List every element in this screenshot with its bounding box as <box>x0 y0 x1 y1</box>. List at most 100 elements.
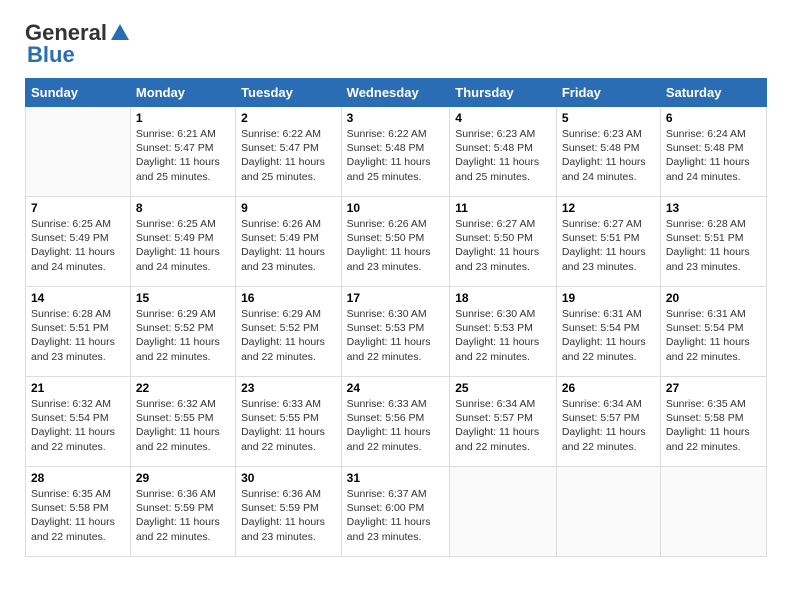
day-number: 8 <box>136 201 230 215</box>
day-number: 15 <box>136 291 230 305</box>
calendar-cell: 5 Sunrise: 6:23 AMSunset: 5:48 PMDaylight… <box>556 107 660 197</box>
day-number: 11 <box>455 201 551 215</box>
day-info: Sunrise: 6:34 AMSunset: 5:57 PMDaylight:… <box>562 397 655 454</box>
calendar-cell: 19 Sunrise: 6:31 AMSunset: 5:54 PMDayligh… <box>556 287 660 377</box>
day-info: Sunrise: 6:37 AMSunset: 6:00 PMDaylight:… <box>347 487 445 544</box>
day-info: Sunrise: 6:32 AMSunset: 5:54 PMDaylight:… <box>31 397 125 454</box>
day-info: Sunrise: 6:26 AMSunset: 5:50 PMDaylight:… <box>347 217 445 274</box>
calendar-cell: 26Sunrise: 6:34 AMSunset: 5:57 PMDayligh… <box>556 377 660 467</box>
day-info: Sunrise: 6:35 AMSunset: 5:58 PMDaylight:… <box>31 487 125 544</box>
day-info: Sunrise: 6:25 AMSunset: 5:49 PMDaylight:… <box>31 217 125 274</box>
calendar-cell: 3Sunrise: 6:22 AMSunset: 5:48 PMDaylight… <box>341 107 450 197</box>
day-info: Sunrise: 6:23 AMSunset: 5:48 PMDaylight:… <box>455 127 551 184</box>
day-number: 12 <box>562 201 655 215</box>
calendar-cell: 4 Sunrise: 6:23 AMSunset: 5:48 PMDaylight… <box>450 107 557 197</box>
calendar-cell: 8 Sunrise: 6:25 AMSunset: 5:49 PMDaylight… <box>130 197 235 287</box>
day-number: 21 <box>31 381 125 395</box>
day-number: 25 <box>455 381 551 395</box>
day-info: Sunrise: 6:28 AMSunset: 5:51 PMDaylight:… <box>31 307 125 364</box>
day-number: 19 <box>562 291 655 305</box>
logo-blue: Blue <box>27 42 75 68</box>
calendar-cell: 13 Sunrise: 6:28 AMSunset: 5:51 PMDayligh… <box>660 197 766 287</box>
day-info: Sunrise: 6:35 AMSunset: 5:58 PMDaylight:… <box>666 397 761 454</box>
day-info: Sunrise: 6:27 AMSunset: 5:51 PMDaylight:… <box>562 217 655 274</box>
day-number: 3 <box>347 111 445 125</box>
calendar-week-row: 28 Sunrise: 6:35 AMSunset: 5:58 PMDayligh… <box>26 467 767 557</box>
calendar-week-row: 21 Sunrise: 6:32 AMSunset: 5:54 PMDayligh… <box>26 377 767 467</box>
day-info: Sunrise: 6:31 AMSunset: 5:54 PMDaylight:… <box>666 307 761 364</box>
day-number: 13 <box>666 201 761 215</box>
calendar-header-row: SundayMondayTuesdayWednesdayThursdayFrid… <box>26 79 767 107</box>
calendar-cell: 18 Sunrise: 6:30 AMSunset: 5:53 PMDayligh… <box>450 287 557 377</box>
calendar-cell: 1 Sunrise: 6:21 AMSunset: 5:47 PMDaylight… <box>130 107 235 197</box>
day-number: 9 <box>241 201 336 215</box>
day-number: 17 <box>347 291 445 305</box>
day-number: 23 <box>241 381 336 395</box>
calendar-cell <box>26 107 131 197</box>
day-number: 16 <box>241 291 336 305</box>
calendar-cell <box>660 467 766 557</box>
day-info: Sunrise: 6:28 AMSunset: 5:51 PMDaylight:… <box>666 217 761 274</box>
logo: General Blue <box>25 20 131 68</box>
calendar-cell: 20 Sunrise: 6:31 AMSunset: 5:54 PMDayligh… <box>660 287 766 377</box>
calendar-cell: 21 Sunrise: 6:32 AMSunset: 5:54 PMDayligh… <box>26 377 131 467</box>
day-number: 24 <box>347 381 445 395</box>
day-number: 22 <box>136 381 230 395</box>
day-info: Sunrise: 6:23 AMSunset: 5:48 PMDaylight:… <box>562 127 655 184</box>
day-info: Sunrise: 6:21 AMSunset: 5:47 PMDaylight:… <box>136 127 230 184</box>
day-number: 7 <box>31 201 125 215</box>
day-info: Sunrise: 6:29 AMSunset: 5:52 PMDaylight:… <box>136 307 230 364</box>
calendar-cell: 28 Sunrise: 6:35 AMSunset: 5:58 PMDayligh… <box>26 467 131 557</box>
day-info: Sunrise: 6:36 AMSunset: 5:59 PMDaylight:… <box>241 487 336 544</box>
day-info: Sunrise: 6:24 AMSunset: 5:48 PMDaylight:… <box>666 127 761 184</box>
day-number: 20 <box>666 291 761 305</box>
day-info: Sunrise: 6:22 AMSunset: 5:47 PMDaylight:… <box>241 127 336 184</box>
day-number: 18 <box>455 291 551 305</box>
day-number: 4 <box>455 111 551 125</box>
calendar-cell: 7 Sunrise: 6:25 AMSunset: 5:49 PMDaylight… <box>26 197 131 287</box>
day-number: 14 <box>31 291 125 305</box>
day-number: 30 <box>241 471 336 485</box>
calendar-cell: 29Sunrise: 6:36 AMSunset: 5:59 PMDayligh… <box>130 467 235 557</box>
calendar-cell: 11 Sunrise: 6:27 AMSunset: 5:50 PMDayligh… <box>450 197 557 287</box>
calendar-cell: 10 Sunrise: 6:26 AMSunset: 5:50 PMDayligh… <box>341 197 450 287</box>
day-info: Sunrise: 6:33 AMSunset: 5:56 PMDaylight:… <box>347 397 445 454</box>
calendar-cell: 24 Sunrise: 6:33 AMSunset: 5:56 PMDayligh… <box>341 377 450 467</box>
day-number: 27 <box>666 381 761 395</box>
day-info: Sunrise: 6:27 AMSunset: 5:50 PMDaylight:… <box>455 217 551 274</box>
day-info: Sunrise: 6:25 AMSunset: 5:49 PMDaylight:… <box>136 217 230 274</box>
weekday-header: Friday <box>556 79 660 107</box>
weekday-header: Saturday <box>660 79 766 107</box>
calendar-cell <box>556 467 660 557</box>
calendar-cell: 16 Sunrise: 6:29 AMSunset: 5:52 PMDayligh… <box>236 287 342 377</box>
logo-icon <box>109 22 131 44</box>
weekday-header: Monday <box>130 79 235 107</box>
day-info: Sunrise: 6:29 AMSunset: 5:52 PMDaylight:… <box>241 307 336 364</box>
calendar-cell: 30 Sunrise: 6:36 AMSunset: 5:59 PMDayligh… <box>236 467 342 557</box>
day-number: 2 <box>241 111 336 125</box>
day-number: 31 <box>347 471 445 485</box>
calendar-week-row: 14 Sunrise: 6:28 AMSunset: 5:51 PMDayligh… <box>26 287 767 377</box>
day-info: Sunrise: 6:26 AMSunset: 5:49 PMDaylight:… <box>241 217 336 274</box>
day-info: Sunrise: 6:34 AMSunset: 5:57 PMDaylight:… <box>455 397 551 454</box>
day-number: 10 <box>347 201 445 215</box>
day-number: 1 <box>136 111 230 125</box>
day-info: Sunrise: 6:30 AMSunset: 5:53 PMDaylight:… <box>455 307 551 364</box>
calendar-cell: 12 Sunrise: 6:27 AMSunset: 5:51 PMDayligh… <box>556 197 660 287</box>
header: General Blue <box>25 20 767 68</box>
day-info: Sunrise: 6:36 AMSunset: 5:59 PMDaylight:… <box>136 487 230 544</box>
weekday-header: Tuesday <box>236 79 342 107</box>
day-info: Sunrise: 6:32 AMSunset: 5:55 PMDaylight:… <box>136 397 230 454</box>
weekday-header: Wednesday <box>341 79 450 107</box>
calendar-cell: 9 Sunrise: 6:26 AMSunset: 5:49 PMDaylight… <box>236 197 342 287</box>
calendar: SundayMondayTuesdayWednesdayThursdayFrid… <box>25 78 767 557</box>
calendar-cell: 27 Sunrise: 6:35 AMSunset: 5:58 PMDayligh… <box>660 377 766 467</box>
weekday-header: Thursday <box>450 79 557 107</box>
day-number: 5 <box>562 111 655 125</box>
calendar-cell: 25 Sunrise: 6:34 AMSunset: 5:57 PMDayligh… <box>450 377 557 467</box>
calendar-cell <box>450 467 557 557</box>
day-info: Sunrise: 6:31 AMSunset: 5:54 PMDaylight:… <box>562 307 655 364</box>
day-info: Sunrise: 6:30 AMSunset: 5:53 PMDaylight:… <box>347 307 445 364</box>
day-number: 28 <box>31 471 125 485</box>
calendar-cell: 23Sunrise: 6:33 AMSunset: 5:55 PMDayligh… <box>236 377 342 467</box>
